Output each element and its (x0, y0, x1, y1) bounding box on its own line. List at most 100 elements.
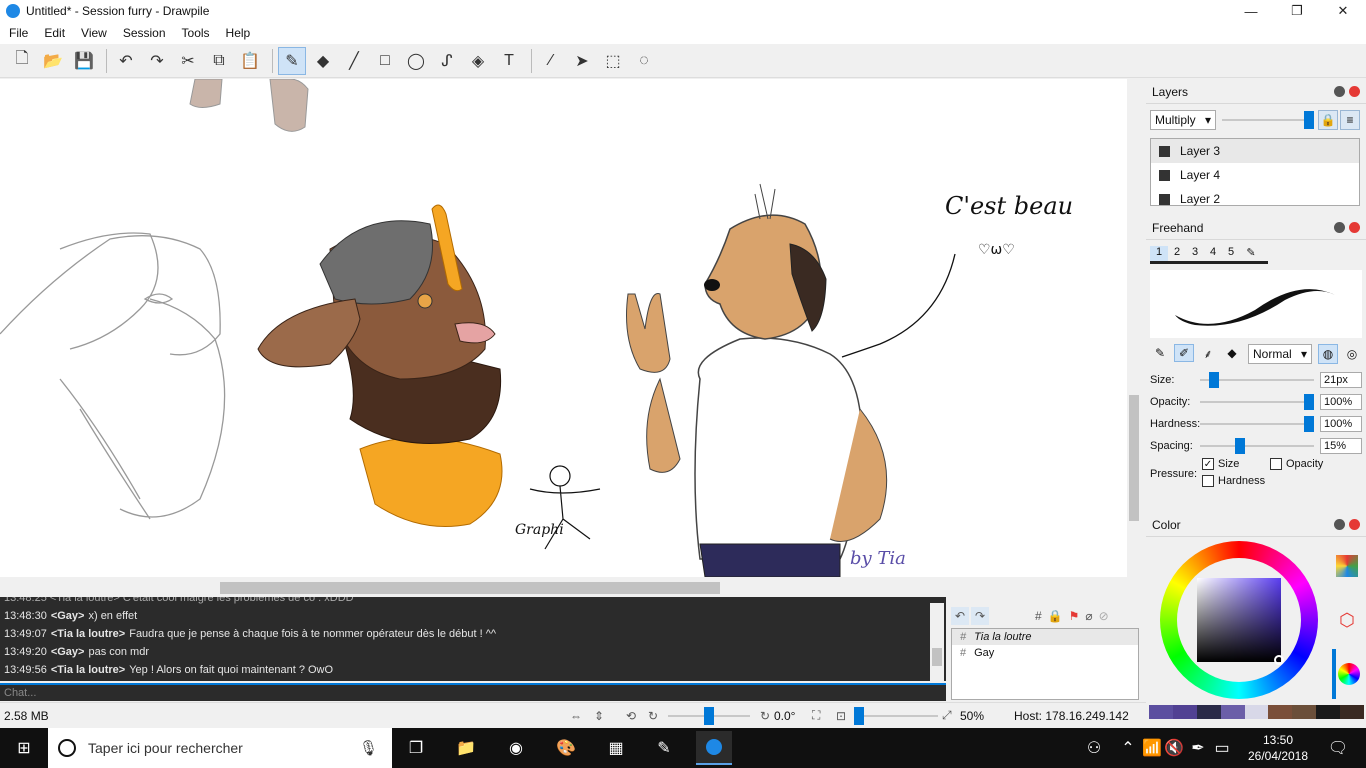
horizontal-scroll-thumb[interactable] (220, 582, 720, 594)
taskbar-clock[interactable]: 13:50 26/04/2018 (1240, 732, 1316, 764)
color-square[interactable] (1197, 578, 1281, 662)
close-icon[interactable] (1349, 86, 1360, 97)
opacity-spinbox[interactable]: 100% (1320, 394, 1362, 410)
drawing-canvas[interactable]: Graphi C'est beau ♡ω♡ by Tia (0, 79, 1127, 577)
palette-swatch[interactable] (1316, 705, 1341, 719)
color-wheel-tab-icon[interactable] (1338, 663, 1360, 685)
layer-menu-icon[interactable]: ≡ (1340, 110, 1360, 130)
lasso-icon[interactable]: ◌ (630, 47, 658, 75)
color-wheel[interactable] (1160, 541, 1318, 699)
redo-user-icon[interactable]: ↷ (971, 607, 989, 625)
user-ban-icon[interactable]: ⊘ (1099, 609, 1109, 623)
rotation-slider[interactable] (668, 707, 750, 725)
eraser-icon[interactable]: ◆ (309, 47, 337, 75)
preset-tab-4[interactable]: 4 (1204, 246, 1222, 261)
freehand-icon[interactable]: ✎ (278, 46, 306, 75)
chat-scrollbar[interactable] (930, 603, 944, 681)
pressure-hardness-checkbox[interactable] (1202, 475, 1214, 487)
rectangle-icon[interactable]: □ (371, 47, 399, 75)
people-icon[interactable]: ⚇ (1080, 734, 1108, 762)
menu-session[interactable]: Session (118, 26, 171, 40)
size-slider[interactable] (1200, 372, 1314, 388)
spacing-slider[interactable] (1200, 438, 1314, 454)
redo-icon[interactable]: ↷ (143, 47, 171, 75)
eraser-mode-icon[interactable]: ◆ (1222, 344, 1242, 362)
user-item[interactable]: # Gay (952, 645, 1138, 661)
layer-visibility-checkbox[interactable] (1159, 169, 1170, 181)
undo-icon[interactable]: ↶ (112, 47, 140, 75)
float-icon[interactable] (1334, 222, 1345, 233)
taskbar-search[interactable]: Taper ici pour rechercher 🎙 (48, 728, 392, 768)
layer-item[interactable]: Layer 2 (1151, 187, 1359, 211)
zoom-slider[interactable] (854, 707, 938, 725)
layer-item[interactable]: Layer 3 (1151, 139, 1359, 163)
size-spinbox[interactable]: 21px (1320, 372, 1362, 388)
palette-swatch[interactable] (1292, 705, 1317, 719)
pencil-icon[interactable]: ✎ (1150, 344, 1170, 362)
palette-swatch[interactable] (1172, 705, 1197, 719)
palette-swatch[interactable] (1196, 705, 1221, 719)
antialias-icon[interactable]: ◎ (1342, 344, 1362, 364)
user-kick-icon[interactable]: ⚑ (1069, 609, 1080, 623)
incremental-icon[interactable]: ◍ (1318, 344, 1338, 364)
chat-scroll-thumb[interactable] (932, 648, 942, 666)
flip-vertical-icon[interactable]: ⇕ (594, 709, 604, 723)
layer-item[interactable]: Layer 4 (1151, 163, 1359, 187)
opacity-slider-knob[interactable] (1304, 394, 1314, 410)
swatch-grid-icon[interactable] (1336, 555, 1358, 577)
notes-icon[interactable]: ✎ (650, 734, 678, 762)
zoom-slider-knob[interactable] (854, 707, 864, 725)
layer-opacity-slider[interactable] (1222, 111, 1315, 129)
hardness-slider-knob[interactable] (1304, 416, 1314, 432)
ellipse-icon[interactable]: ◯ (402, 47, 430, 75)
canvas-horizontal-scrollbar[interactable] (0, 579, 1127, 597)
network-icon[interactable]: ▭ (1208, 734, 1236, 762)
palette-swatch[interactable] (1244, 705, 1269, 719)
notifications-icon[interactable]: 🗨 (1324, 734, 1352, 762)
minimize-button[interactable]: — (1228, 0, 1274, 22)
move-icon[interactable]: ➤ (568, 47, 596, 75)
preset-tab-2[interactable]: 2 (1168, 246, 1186, 261)
vertical-scroll-thumb[interactable] (1129, 395, 1139, 521)
lock-icon[interactable]: 🔒 (1318, 110, 1338, 130)
drawpile-taskbar-icon[interactable] (696, 731, 732, 765)
palette-swatch[interactable] (1268, 705, 1293, 719)
menu-tools[interactable]: Tools (177, 26, 215, 40)
save-icon[interactable]: 💾 (70, 47, 98, 75)
layer-opacity-knob[interactable] (1304, 111, 1315, 129)
palette-swatch[interactable] (1149, 705, 1173, 719)
float-icon[interactable] (1334, 86, 1345, 97)
microphone-icon[interactable]: 🎙 (359, 739, 378, 757)
hardness-slider[interactable] (1200, 416, 1314, 432)
spacing-spinbox[interactable]: 15% (1320, 438, 1362, 454)
eraser-preset-icon[interactable]: ✎ (1240, 246, 1262, 261)
spacing-slider-knob[interactable] (1234, 438, 1245, 454)
menu-edit[interactable]: Edit (39, 26, 70, 40)
fill-icon[interactable]: ◈ (464, 47, 492, 75)
rotate-reset-icon[interactable]: ⟲ (626, 709, 636, 723)
preset-tab-1[interactable]: 1 (1150, 246, 1168, 261)
smudge-icon[interactable]: ⸙ (1198, 344, 1218, 362)
chat-input[interactable]: Chat... (0, 683, 946, 701)
close-icon[interactable] (1349, 222, 1360, 233)
color-picker-handle[interactable] (1274, 655, 1284, 665)
color-sliders-icon[interactable]: ⬡ (1336, 609, 1358, 631)
windows-start-icon[interactable]: ⊞ (10, 734, 38, 762)
hardness-spinbox[interactable]: 100% (1320, 416, 1362, 432)
calculator-icon[interactable]: ▦ (602, 734, 630, 762)
pressure-size-option[interactable]: ✓ Size (1202, 458, 1239, 470)
brush-icon[interactable]: ✐ (1174, 344, 1194, 362)
size-slider-knob[interactable] (1208, 372, 1219, 388)
zoom-reset-icon[interactable]: ⊡ (836, 709, 846, 723)
rotate-icon[interactable]: ↻ (648, 709, 658, 723)
user-mute-icon[interactable]: ⌀ (1085, 609, 1092, 623)
paint-icon[interactable]: 🎨 (552, 734, 580, 762)
blend-mode-select[interactable]: Multiply ▾ (1150, 110, 1216, 130)
close-button[interactable]: ✕ (1320, 0, 1366, 22)
preset-tab-3[interactable]: 3 (1186, 246, 1204, 261)
flip-horizontal-icon[interactable]: ⇔ (570, 709, 582, 723)
line-icon[interactable]: ╱ (340, 47, 368, 75)
pressure-size-checkbox[interactable]: ✓ (1202, 458, 1214, 470)
brush-blend-select[interactable]: Normal ▾ (1248, 344, 1312, 364)
new-icon[interactable]: 🗋 (8, 47, 36, 75)
